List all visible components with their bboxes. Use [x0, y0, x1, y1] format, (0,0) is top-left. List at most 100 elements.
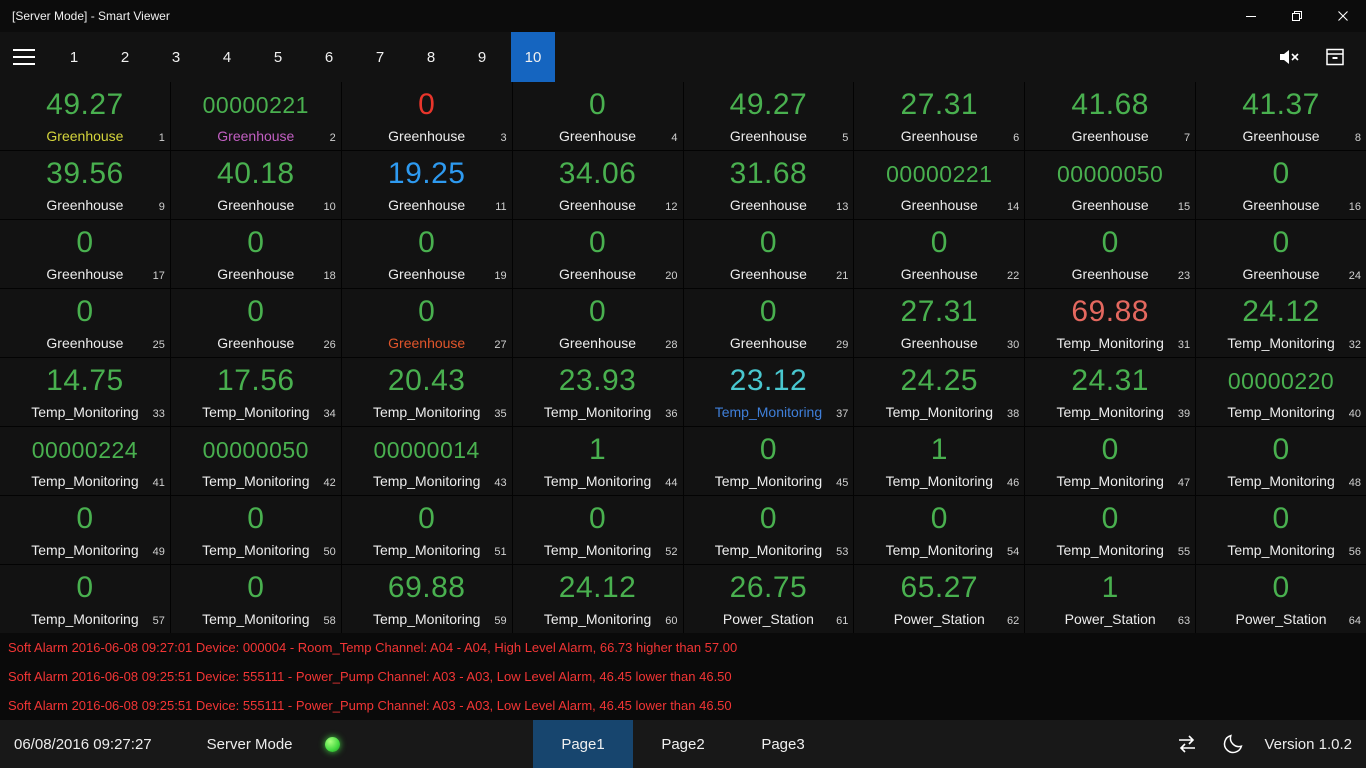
nav-page-3[interactable]: 3: [154, 32, 198, 82]
sensor-tile[interactable]: 00000050 Greenhouse 15: [1025, 151, 1196, 219]
sensor-tile[interactable]: 34.06 Greenhouse 12: [512, 151, 683, 219]
sensor-tile[interactable]: 0 Temp_Monitoring 45: [683, 427, 854, 495]
sensor-tile[interactable]: 27.31 Greenhouse 30: [854, 289, 1025, 357]
sensor-tile[interactable]: 0 Temp_Monitoring 51: [341, 496, 512, 564]
sensor-tile[interactable]: 0 Temp_Monitoring 57: [0, 565, 170, 633]
sensor-tile[interactable]: 49.27 Greenhouse 1: [0, 82, 170, 150]
tile-index: 2: [329, 132, 336, 144]
nav-page-9[interactable]: 9: [460, 32, 504, 82]
sensor-tile[interactable]: 39.56 Greenhouse 9: [0, 151, 170, 219]
sensor-tile[interactable]: 0 Temp_Monitoring 50: [170, 496, 341, 564]
sensor-tile[interactable]: 26.75 Power_Station 61: [683, 565, 854, 633]
sensor-tile[interactable]: 69.88 Temp_Monitoring 31: [1025, 289, 1196, 357]
sensor-tile[interactable]: 0 Greenhouse 4: [512, 82, 683, 150]
sensor-tile[interactable]: 0 Greenhouse 24: [1196, 220, 1366, 288]
sensor-tile[interactable]: 69.88 Temp_Monitoring 59: [341, 565, 512, 633]
sensor-tile[interactable]: 20.43 Temp_Monitoring 35: [341, 358, 512, 426]
sensor-tile[interactable]: 0 Greenhouse 29: [683, 289, 854, 357]
sensor-tile[interactable]: 23.12 Temp_Monitoring 37: [683, 358, 854, 426]
nav-page-10[interactable]: 10: [511, 32, 555, 82]
sensor-tile[interactable]: 24.31 Temp_Monitoring 39: [1025, 358, 1196, 426]
minimize-button[interactable]: [1228, 0, 1274, 32]
sensor-tile[interactable]: 41.37 Greenhouse 8: [1196, 82, 1366, 150]
sensor-tile[interactable]: 0 Greenhouse 28: [512, 289, 683, 357]
sensor-tile[interactable]: 0 Greenhouse 23: [1025, 220, 1196, 288]
restore-button[interactable]: [1274, 0, 1320, 32]
sensor-tile[interactable]: 24.12 Temp_Monitoring 60: [512, 565, 683, 633]
sensor-tile[interactable]: 0 Temp_Monitoring 49: [0, 496, 170, 564]
menu-button[interactable]: [0, 32, 48, 82]
sensor-tile[interactable]: 24.12 Temp_Monitoring 32: [1196, 289, 1366, 357]
sensor-tile[interactable]: 1 Power_Station 63: [1025, 565, 1196, 633]
alarm-message: Soft Alarm 2016-06-08 09:25:51 Device: 5…: [8, 669, 732, 684]
sensor-tile[interactable]: 49.27 Greenhouse 5: [683, 82, 854, 150]
nav-page-5[interactable]: 5: [256, 32, 300, 82]
tab-page2[interactable]: Page2: [633, 720, 733, 768]
sensor-tile[interactable]: 00000050 Temp_Monitoring 42: [170, 427, 341, 495]
tile-label: Greenhouse: [1071, 128, 1149, 144]
tile-label: Temp_Monitoring: [202, 404, 310, 420]
nav-page-8[interactable]: 8: [409, 32, 453, 82]
sensor-tile[interactable]: 0 Greenhouse 18: [170, 220, 341, 288]
sensor-tile[interactable]: 0 Greenhouse 26: [170, 289, 341, 357]
tile-value: 24.25: [900, 364, 979, 397]
sensor-tile[interactable]: 0 Temp_Monitoring 55: [1025, 496, 1196, 564]
close-button[interactable]: [1320, 0, 1366, 32]
sensor-tile[interactable]: 0 Greenhouse 21: [683, 220, 854, 288]
sensor-tile[interactable]: 0 Temp_Monitoring 48: [1196, 427, 1366, 495]
sensor-tile[interactable]: 0 Greenhouse 25: [0, 289, 170, 357]
sensor-tile[interactable]: 14.75 Temp_Monitoring 33: [0, 358, 170, 426]
sensor-tile[interactable]: 0 Greenhouse 27: [341, 289, 512, 357]
mute-button[interactable]: [1266, 32, 1312, 82]
sensor-tile[interactable]: 00000221 Greenhouse 14: [854, 151, 1025, 219]
sensor-tile[interactable]: 00000224 Temp_Monitoring 41: [0, 427, 170, 495]
tile-value: 0: [247, 571, 265, 604]
sensor-tile[interactable]: 0 Greenhouse 20: [512, 220, 683, 288]
tile-index: 56: [1348, 546, 1361, 558]
sensor-tile[interactable]: 0 Greenhouse 16: [1196, 151, 1366, 219]
nav-page-7[interactable]: 7: [358, 32, 402, 82]
sensor-tile[interactable]: 00000221 Greenhouse 2: [170, 82, 341, 150]
sensor-tile[interactable]: 0 Greenhouse 3: [341, 82, 512, 150]
speaker-muted-icon: [1280, 50, 1299, 64]
sensor-tile[interactable]: 00000220 Temp_Monitoring 40: [1196, 358, 1366, 426]
sensor-tile[interactable]: 27.31 Greenhouse 6: [854, 82, 1025, 150]
tile-label: Greenhouse: [388, 197, 466, 213]
sensor-tile[interactable]: 0 Temp_Monitoring 58: [170, 565, 341, 633]
tab-page3[interactable]: Page3: [733, 720, 833, 768]
sensor-tile[interactable]: 1 Temp_Monitoring 46: [854, 427, 1025, 495]
nav-page-1[interactable]: 1: [52, 32, 96, 82]
sensor-tile[interactable]: 0 Power_Station 64: [1196, 565, 1366, 633]
sync-mode-button[interactable]: [1164, 720, 1210, 768]
sensor-tile[interactable]: 23.93 Temp_Monitoring 36: [512, 358, 683, 426]
archive-button[interactable]: [1312, 32, 1358, 82]
sensor-tile[interactable]: 31.68 Greenhouse 13: [683, 151, 854, 219]
sensor-tile[interactable]: 0 Greenhouse 17: [0, 220, 170, 288]
sensor-tile[interactable]: 0 Greenhouse 19: [341, 220, 512, 288]
sensor-tile[interactable]: 41.68 Greenhouse 7: [1025, 82, 1196, 150]
tile-value: 0: [76, 295, 94, 328]
tile-index: 51: [494, 546, 507, 558]
night-mode-button[interactable]: [1210, 720, 1256, 768]
sensor-tile[interactable]: 0 Temp_Monitoring 56: [1196, 496, 1366, 564]
sensor-tile[interactable]: 40.18 Greenhouse 10: [170, 151, 341, 219]
sensor-tile[interactable]: 0 Temp_Monitoring 53: [683, 496, 854, 564]
sensor-tile[interactable]: 65.27 Power_Station 62: [854, 565, 1025, 633]
sensor-tile[interactable]: 1 Temp_Monitoring 44: [512, 427, 683, 495]
sensor-tile[interactable]: 0 Temp_Monitoring 54: [854, 496, 1025, 564]
sensor-tile[interactable]: 19.25 Greenhouse 11: [341, 151, 512, 219]
nav-page-4[interactable]: 4: [205, 32, 249, 82]
tab-page1[interactable]: Page1: [533, 720, 633, 768]
tile-value: 31.68: [729, 157, 808, 190]
sensor-tile[interactable]: 17.56 Temp_Monitoring 34: [170, 358, 341, 426]
sensor-tile[interactable]: 0 Greenhouse 22: [854, 220, 1025, 288]
sensor-tile[interactable]: 0 Temp_Monitoring 47: [1025, 427, 1196, 495]
sensor-tile[interactable]: 00000014 Temp_Monitoring 43: [341, 427, 512, 495]
sensor-tile[interactable]: 0 Temp_Monitoring 52: [512, 496, 683, 564]
tile-label: Temp_Monitoring: [885, 473, 993, 489]
nav-page-6[interactable]: 6: [307, 32, 351, 82]
tile-value: 40.18: [217, 157, 295, 190]
tile-label: Greenhouse: [217, 197, 295, 213]
nav-page-2[interactable]: 2: [103, 32, 147, 82]
sensor-tile[interactable]: 24.25 Temp_Monitoring 38: [854, 358, 1025, 426]
